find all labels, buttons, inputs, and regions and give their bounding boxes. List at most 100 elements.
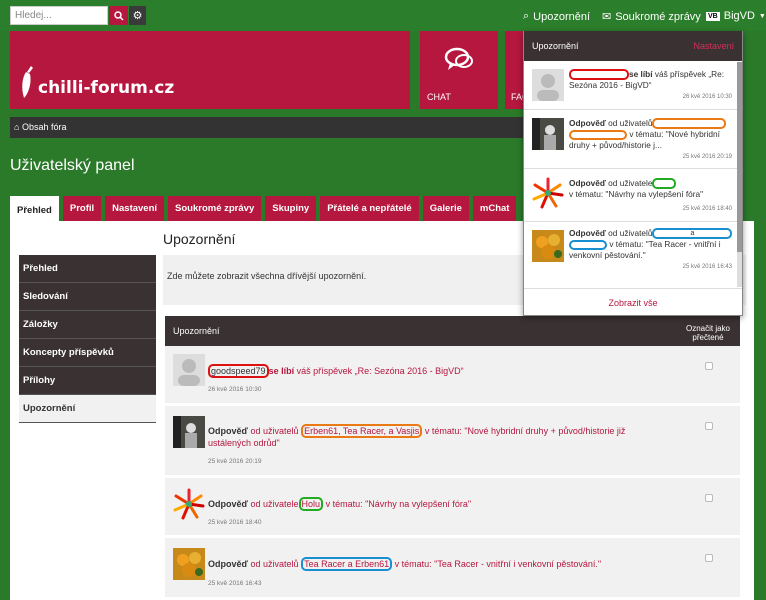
timestamp: 25 kvě 2016 18:40: [208, 519, 262, 526]
column-notifications: Upozornění: [173, 326, 220, 336]
breadcrumb-home-label: Obsah fóra: [21, 122, 67, 132]
notification-title: Odpověď: [208, 426, 248, 436]
notification-text[interactable]: v tématu: "Tea Racer - vnitřní i venkovn…: [395, 559, 601, 569]
dropdown-item[interactable]: Odpověď od uživatelů v tématu: "Nové hyb…: [524, 111, 738, 169]
tab-profile[interactable]: Profil: [62, 196, 102, 221]
mark-read-checkbox[interactable]: [705, 494, 713, 502]
timestamp: 26 kvě 2016 10:30: [682, 94, 732, 100]
tab-groups[interactable]: Skupiny: [265, 196, 317, 221]
dropdown-header: Upozornění Nastavení: [524, 31, 742, 61]
avatar: [173, 416, 205, 448]
table-row[interactable]: Odpověď od uživatele Holu v tématu: "Návr…: [165, 478, 740, 538]
mark-read-checkbox[interactable]: [705, 422, 713, 430]
search-input[interactable]: Hledej...: [10, 6, 108, 25]
page-title: Uživatelský panel: [10, 157, 135, 174]
notification-title: Odpověď: [208, 559, 248, 569]
tab-bar: Přehled Profil Nastavení Soukromé zprávy…: [10, 196, 517, 224]
view-all-link[interactable]: Zobrazit vše: [524, 288, 742, 315]
sidebar-item-drafts[interactable]: Koncepty příspěvků: [19, 339, 156, 367]
avatar: VB: [706, 11, 720, 21]
dropdown-settings-link[interactable]: Nastavení: [693, 41, 734, 51]
logo-text: chilli-forum.cz: [38, 78, 175, 98]
gear-icon: ⚙: [132, 10, 143, 22]
notification-users[interactable]: Erben61, Tea Racer, a Vasjis: [301, 424, 423, 438]
avatar: [532, 230, 564, 262]
advanced-search-button[interactable]: ⚙: [129, 6, 146, 25]
timestamp: 26 kvě 2016 10:30: [208, 386, 262, 393]
tab-gallery[interactable]: Galerie: [422, 196, 469, 221]
redacted-user: [652, 178, 677, 190]
notification-from: od uživatelů: [250, 559, 299, 569]
info-text: Zde můžete zobrazit všechna dřívější upo…: [167, 271, 367, 281]
breadcrumb-home[interactable]: ⌂ Obsah fóra: [14, 122, 66, 132]
breadcrumb: [10, 117, 533, 138]
notification-verb: se líbí: [268, 366, 295, 376]
notifications-link[interactable]: ⌕ Upozornění: [523, 10, 590, 23]
dropdown-text: v tématu: "Návrhy na vylepšení fóra": [569, 189, 704, 200]
dropdown-title-text: Odpověď: [569, 178, 606, 188]
user-menu[interactable]: VB BigVD ▼: [706, 10, 766, 22]
redacted-users: [652, 118, 727, 130]
tab-private-messages[interactable]: Soukromé zprávy: [168, 196, 262, 221]
avatar: [532, 118, 564, 150]
dropdown-item[interactable]: Odpověď od uživatele v tématu: "Návrhy na…: [524, 170, 738, 222]
redacted-user: [569, 69, 629, 81]
tab-friends[interactable]: Přátelé a nepřátelé: [320, 196, 419, 221]
table-row[interactable]: Odpověď od uživatelů Tea Racer a Erben61…: [165, 538, 740, 600]
home-icon: ⌂: [14, 122, 20, 132]
avatar: [532, 177, 564, 209]
tab-settings[interactable]: Nastavení: [105, 196, 165, 221]
redacted-users: a: [652, 228, 733, 240]
redacted-users: [569, 130, 627, 141]
sidebar: Přehled Sledování Záložky Koncepty přísp…: [19, 255, 156, 423]
sidebar-item-bookmarks[interactable]: Záložky: [19, 311, 156, 339]
chat-icon: [444, 46, 474, 75]
notification-title: Odpověď: [208, 499, 248, 509]
sidebar-item-notifications[interactable]: Upozornění: [19, 395, 156, 423]
timestamp: 25 kvě 2016 16:43: [682, 264, 732, 270]
notification-from: od uživatele: [250, 499, 299, 509]
avatar: [173, 488, 205, 520]
username: BigVD: [723, 10, 755, 22]
envelope-icon: ✉: [602, 11, 612, 23]
timestamp: 25 kvě 2016 20:19: [682, 154, 732, 160]
chevron-down-icon: ▼: [758, 12, 766, 20]
mark-read-checkbox[interactable]: [705, 554, 713, 562]
tab-mchat[interactable]: mChat: [472, 196, 517, 221]
notifications-label: Upozornění: [533, 10, 591, 23]
mark-read-checkbox[interactable]: [705, 362, 713, 370]
notification-from: od uživatelů: [250, 426, 299, 436]
notification-users[interactable]: Holu: [298, 497, 324, 511]
table-row[interactable]: goodspeed79 se líbí váš příspěvek „Re: Se…: [165, 346, 740, 406]
table-row[interactable]: Odpověď od uživatelů Erben61, Tea Racer,…: [165, 406, 740, 478]
avatar: [173, 548, 205, 580]
redacted-users: [569, 240, 607, 251]
timestamp: 25 kvě 2016 20:19: [208, 458, 262, 465]
messages-label: Soukromé zprávy: [615, 10, 701, 23]
dropdown-from: od uživatelů: [608, 118, 653, 128]
dropdown-verb: se líbí: [629, 69, 653, 79]
search-button[interactable]: [109, 6, 128, 25]
dropdown-from: od uživatele: [608, 178, 653, 188]
notifications-header: Upozornění Označit jako přečtené: [165, 316, 740, 346]
messages-link[interactable]: ✉ Soukromé zprávy: [602, 10, 701, 24]
dropdown-title-text: Odpověď: [569, 118, 606, 128]
timestamp: 25 kvě 2016 18:40: [682, 206, 732, 212]
tab-overview[interactable]: Přehled: [10, 196, 59, 224]
dropdown-title: Upozornění: [532, 41, 579, 51]
dropdown-from: od uživatelů: [608, 228, 653, 238]
sidebar-item-attachments[interactable]: Přílohy: [19, 367, 156, 395]
sidebar-item-overview[interactable]: Přehled: [19, 255, 156, 283]
notification-text[interactable]: v tématu: "Návrhy na vylepšení fóra": [326, 499, 471, 509]
notification-user[interactable]: goodspeed79: [208, 364, 269, 378]
dropdown-item[interactable]: Odpověď od uživatelů a v tématu: "Tea Rac…: [524, 223, 738, 279]
notification-text[interactable]: váš příspěvek „Re: Sezóna 2016 - BigVD“: [297, 366, 464, 376]
column-mark-read: Označit jako přečtené: [685, 324, 731, 342]
section-title: Upozornění: [163, 231, 236, 247]
notification-users[interactable]: Tea Racer a Erben61: [301, 557, 393, 571]
dropdown-scroll-thumb[interactable]: [737, 62, 742, 252]
dropdown-item[interactable]: se líbí váš příspěvek „Re: Sezóna 2016 -…: [524, 62, 738, 110]
dropdown-title-text: Odpověď: [569, 228, 606, 238]
sidebar-item-watched[interactable]: Sledování: [19, 283, 156, 311]
chat-label: CHAT: [427, 92, 451, 102]
